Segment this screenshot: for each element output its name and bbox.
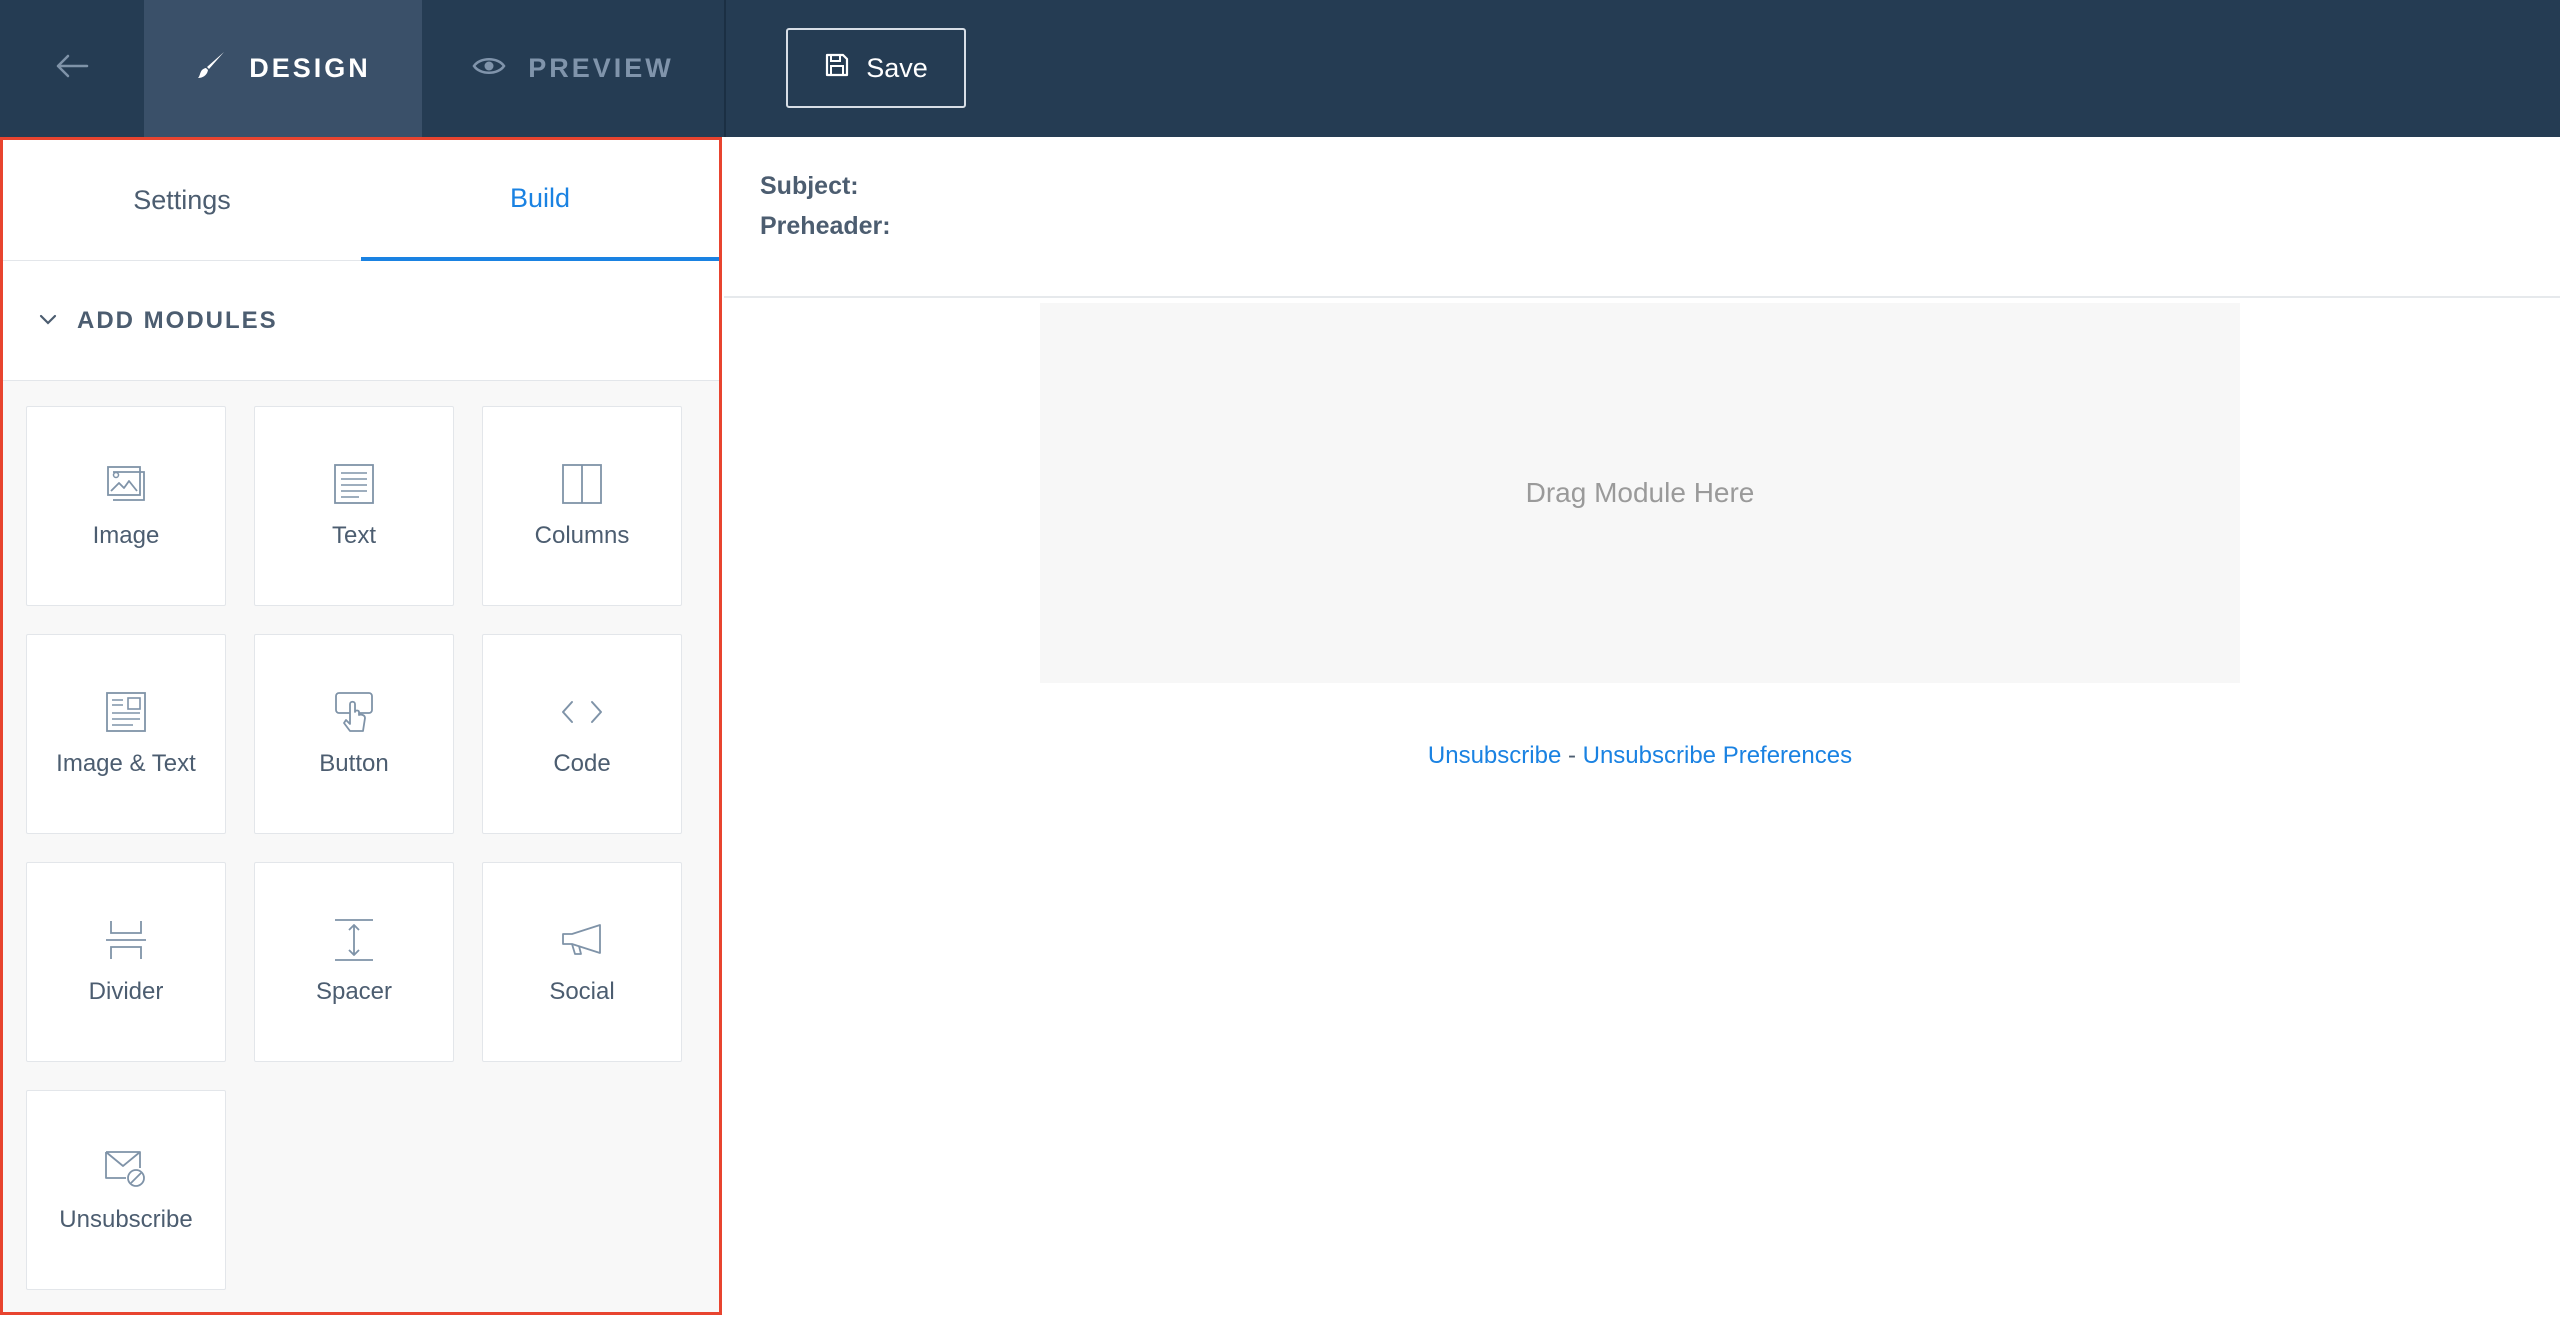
email-footer-links: Unsubscribe - Unsubscribe Preferences (1040, 742, 2240, 770)
save-button-label: Save (866, 52, 928, 83)
tab-design[interactable]: DESIGN (144, 0, 422, 137)
module-label: Text (331, 522, 376, 549)
module-label: Spacer (315, 978, 393, 1005)
module-label: Code (553, 750, 611, 777)
chevron-down-icon (39, 312, 57, 330)
module-code[interactable]: Code (482, 634, 682, 834)
unsubscribe-icon (104, 1146, 148, 1190)
add-modules-toggle[interactable]: ADD MODULES (3, 261, 719, 381)
floppy-disk-icon (824, 52, 850, 85)
image-text-icon (104, 690, 148, 734)
tab-build[interactable]: Build (361, 140, 719, 261)
tab-preview-label: PREVIEW (528, 53, 674, 83)
add-modules-title: ADD MODULES (77, 306, 278, 334)
divider-icon (104, 918, 148, 962)
module-spacer[interactable]: Spacer (254, 862, 454, 1062)
drop-zone-text: Drag Module Here (1525, 477, 1755, 508)
subject-label: Subject: (760, 172, 859, 200)
module-label: Image (92, 522, 160, 549)
build-panel: Settings Build ADD MODULES Image Text Co… (0, 137, 722, 1315)
columns-icon (560, 462, 604, 506)
module-columns[interactable]: Columns (482, 406, 682, 606)
module-divider[interactable]: Divider (26, 862, 226, 1062)
megaphone-icon (560, 918, 604, 962)
module-label: Columns (534, 522, 630, 549)
tab-design-label: DESIGN (249, 53, 371, 83)
code-icon (560, 690, 604, 734)
module-social[interactable]: Social (482, 862, 682, 1062)
unsubscribe-preferences-link[interactable]: Unsubscribe Preferences (1583, 742, 1852, 769)
module-button[interactable]: Button (254, 634, 454, 834)
spacer-icon (332, 918, 376, 962)
back-button[interactable] (0, 0, 144, 137)
module-label: Divider (88, 978, 164, 1005)
unsubscribe-link[interactable]: Unsubscribe (1428, 742, 1561, 769)
module-image-text[interactable]: Image & Text (26, 634, 226, 834)
email-header-info: Subject: Preheader: (724, 137, 2560, 298)
eye-icon (472, 53, 506, 84)
brush-icon (195, 49, 227, 88)
save-button[interactable]: Save (786, 28, 966, 108)
image-icon (104, 462, 148, 506)
topbar-divider (724, 0, 726, 137)
link-separator: - (1561, 742, 1583, 769)
module-label: Unsubscribe (59, 1206, 193, 1233)
module-unsubscribe[interactable]: Unsubscribe (26, 1090, 226, 1290)
tab-settings[interactable]: Settings (3, 140, 361, 261)
text-icon (332, 462, 376, 506)
module-drop-zone[interactable]: Drag Module Here (1040, 303, 2240, 683)
module-image[interactable]: Image (26, 406, 226, 606)
module-label: Button (319, 750, 389, 777)
module-label: Social (549, 978, 615, 1005)
top-bar: DESIGN PREVIEW Save (0, 0, 2560, 137)
panel-tabs: Settings Build (3, 140, 719, 261)
preheader-label: Preheader: (760, 212, 891, 240)
module-label: Image & Text (56, 750, 196, 777)
tab-preview[interactable]: PREVIEW (422, 0, 724, 137)
module-text[interactable]: Text (254, 406, 454, 606)
arrow-left-icon (55, 54, 89, 83)
button-pointer-icon (332, 690, 376, 734)
